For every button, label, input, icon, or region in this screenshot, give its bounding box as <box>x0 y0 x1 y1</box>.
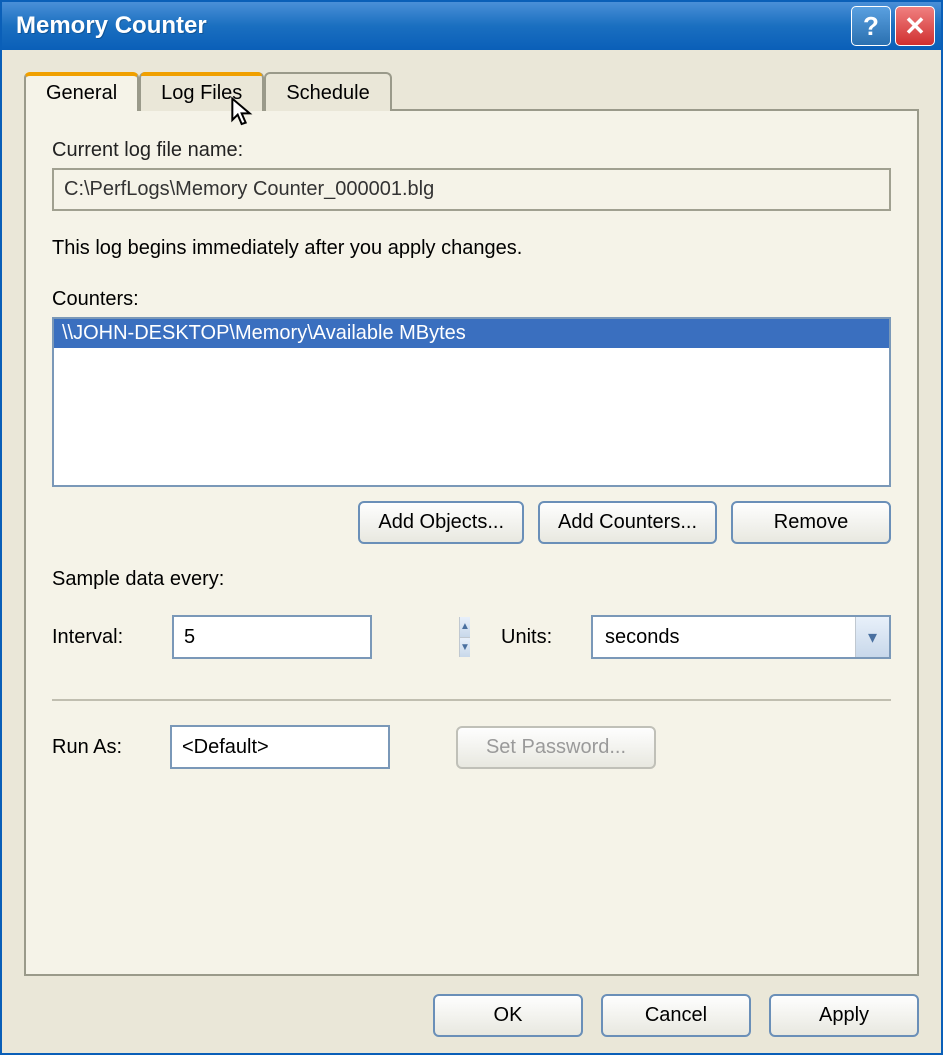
add-counters-button[interactable]: Add Counters... <box>538 501 717 544</box>
runas-input[interactable] <box>170 725 390 769</box>
tab-general[interactable]: General <box>24 72 139 111</box>
chevron-up-icon: ▲ <box>460 621 470 632</box>
counters-listbox[interactable]: \\JOHN-DESKTOP\Memory\Available MBytes <box>52 317 891 487</box>
interval-spinner[interactable]: ▲ ▼ <box>172 615 372 659</box>
chevron-down-icon: ▼ <box>460 642 470 653</box>
counters-label: Counters: <box>52 288 891 311</box>
dialog-button-row: OK Cancel Apply <box>24 994 919 1037</box>
tab-label: General <box>46 82 117 104</box>
titlebar: Memory Counter ? ✕ <box>2 2 941 50</box>
set-password-button: Set Password... <box>456 726 656 769</box>
help-button[interactable]: ? <box>851 6 891 46</box>
units-label: Units: <box>501 626 571 649</box>
interval-input[interactable] <box>174 617 459 657</box>
window-title: Memory Counter <box>16 12 847 40</box>
runas-label: Run As: <box>52 736 152 759</box>
spinner-buttons: ▲ ▼ <box>459 617 470 657</box>
spin-up-button[interactable]: ▲ <box>460 617 470 638</box>
list-item[interactable]: \\JOHN-DESKTOP\Memory\Available MBytes <box>54 319 889 348</box>
spin-down-button[interactable]: ▼ <box>460 638 470 658</box>
add-objects-button[interactable]: Add Objects... <box>358 501 524 544</box>
close-icon: ✕ <box>904 11 926 42</box>
apply-button[interactable]: Apply <box>769 994 919 1037</box>
divider <box>52 699 891 701</box>
tab-schedule[interactable]: Schedule <box>264 72 391 111</box>
dialog-window: Memory Counter ? ✕ General Log Files Sch… <box>0 0 943 1055</box>
units-value: seconds <box>593 626 855 649</box>
current-log-label: Current log file name: <box>52 139 891 162</box>
client-area: General Log Files Schedule Current log f… <box>2 50 941 1053</box>
tabstrip: General Log Files Schedule <box>24 72 919 111</box>
tab-log-files[interactable]: Log Files <box>139 72 264 111</box>
interval-label: Interval: <box>52 626 152 649</box>
runas-row: Run As: Set Password... <box>52 725 891 769</box>
close-button[interactable]: ✕ <box>895 6 935 46</box>
tab-label: Log Files <box>161 82 242 104</box>
units-select[interactable]: seconds ▾ <box>591 615 891 659</box>
question-icon: ? <box>863 11 879 42</box>
cancel-button[interactable]: Cancel <box>601 994 751 1037</box>
chevron-down-icon: ▾ <box>868 627 877 648</box>
ok-button[interactable]: OK <box>433 994 583 1037</box>
current-log-value: C:\PerfLogs\Memory Counter_000001.blg <box>52 168 891 211</box>
info-text: This log begins immediately after you ap… <box>52 237 891 260</box>
remove-button[interactable]: Remove <box>731 501 891 544</box>
sample-label: Sample data every: <box>52 568 891 591</box>
tab-panel-general: Current log file name: C:\PerfLogs\Memor… <box>24 109 919 976</box>
dropdown-arrow[interactable]: ▾ <box>855 617 889 657</box>
tab-label: Schedule <box>286 82 369 104</box>
counter-buttons-row: Add Objects... Add Counters... Remove <box>52 501 891 544</box>
interval-row: Interval: ▲ ▼ Units: seconds ▾ <box>52 615 891 659</box>
